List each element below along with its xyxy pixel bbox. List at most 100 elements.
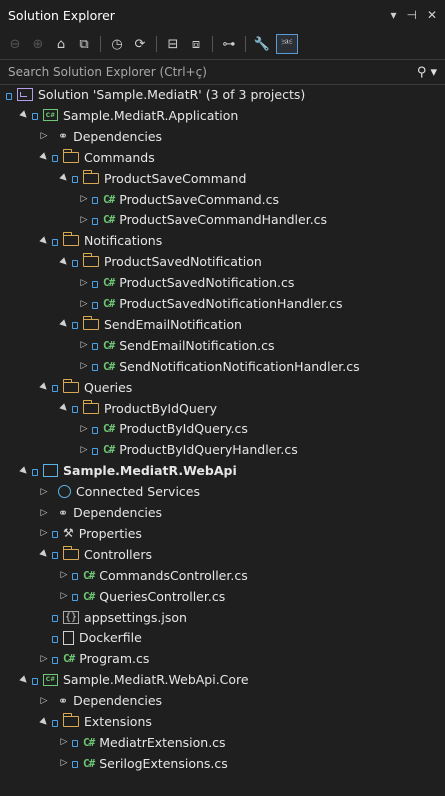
dropdown-arrow-icon[interactable]: ▾ xyxy=(390,8,396,22)
show-all-files-icon[interactable]: ⧈ xyxy=(187,35,205,53)
tree-item[interactable]: ▲ Notifications xyxy=(0,230,445,251)
tree-item-label: appsettings.json xyxy=(84,609,187,625)
tree-item[interactable]: ▲ Sample.MediatR.WebApi xyxy=(0,460,445,481)
folder-icon xyxy=(62,148,79,163)
collapse-arrow-icon[interactable]: ▲ xyxy=(56,170,72,186)
close-icon[interactable]: ✕ xyxy=(427,8,437,22)
source-control-lock-icon xyxy=(92,301,98,309)
expand-arrow-icon[interactable]: ▷ xyxy=(78,215,90,225)
source-control-lock-icon xyxy=(72,573,78,581)
filter-icon[interactable]: ⊶ xyxy=(220,35,238,53)
expand-arrow-icon[interactable]: ▷ xyxy=(58,758,70,768)
csharp-file-icon: C# xyxy=(103,422,115,436)
tree-item-label: SerilogExtensions.cs xyxy=(99,755,228,771)
properties-wrench-icon[interactable]: 🔧 xyxy=(253,35,271,53)
tree-item[interactable]: ▷ ⚭ Dependencies xyxy=(0,502,445,523)
expand-arrow-icon[interactable]: ▷ xyxy=(78,340,90,350)
tree-item[interactable]: ▷ C# ProductSaveCommandHandler.cs xyxy=(0,209,445,230)
collapse-all-icon[interactable]: ⊟ xyxy=(164,35,182,53)
expand-arrow-icon[interactable]: ▷ xyxy=(38,696,50,706)
tree-item[interactable]: ▷ C# QueriesController.cs xyxy=(0,586,445,607)
collapse-arrow-icon[interactable]: ▲ xyxy=(56,317,72,333)
expand-arrow-icon[interactable]: ▷ xyxy=(38,528,50,538)
collapse-arrow-icon[interactable]: ▲ xyxy=(36,714,52,730)
expand-arrow-icon[interactable]: ▷ xyxy=(38,508,50,518)
history-icon[interactable]: ◷ xyxy=(108,35,126,53)
tree-item[interactable]: Dockerfile xyxy=(0,627,445,648)
search-input[interactable] xyxy=(8,65,368,79)
tree-item[interactable]: ▷ ⚒ Properties xyxy=(0,523,445,544)
collapse-arrow-icon[interactable]: ▲ xyxy=(56,254,72,270)
collapse-arrow-icon[interactable]: ▲ xyxy=(36,149,52,165)
collapse-arrow-icon[interactable]: ▲ xyxy=(36,379,52,395)
expand-arrow-icon[interactable]: ▷ xyxy=(38,654,50,664)
collapse-arrow-icon[interactable]: ▲ xyxy=(16,108,32,124)
csharp-file-icon: C# xyxy=(83,568,95,582)
tree-item[interactable]: ▷ C# ProductByIdQueryHandler.cs xyxy=(0,439,445,460)
tree-item[interactable]: ▷ C# SendEmailNotification.cs xyxy=(0,335,445,356)
expand-arrow-icon[interactable]: ▷ xyxy=(78,445,90,455)
expand-arrow-icon[interactable]: ▷ xyxy=(78,424,90,434)
tree-item[interactable]: ▷ Connected Services xyxy=(0,481,445,502)
json-file-icon: {} xyxy=(63,610,80,624)
expand-arrow-icon[interactable]: ▷ xyxy=(78,299,90,309)
expand-arrow-icon[interactable]: ▷ xyxy=(38,487,50,497)
tree-item-label: ProductByIdQueryHandler.cs xyxy=(119,442,298,458)
tree-item[interactable]: ▷ ⚭ Dependencies xyxy=(0,690,445,711)
back-arrow-icon[interactable]: ⊖ xyxy=(6,35,24,53)
tree-item[interactable]: ▷ C# ProductByIdQuery.cs xyxy=(0,418,445,439)
csharp-file-icon: C# xyxy=(83,756,95,770)
tree-item[interactable]: ▷ C# ProductSaveCommand.cs xyxy=(0,189,445,210)
tree-item[interactable]: ▷ C# SendNotificationNotificationHandler.c… xyxy=(0,356,445,377)
tree-item[interactable]: ▷ C# Program.cs xyxy=(0,648,445,669)
tree-item[interactable]: ▷ C# ProductSavedNotificationHandler.cs xyxy=(0,293,445,314)
collapse-arrow-icon[interactable]: ▲ xyxy=(56,400,72,416)
csharp-project-icon: C# xyxy=(43,109,58,122)
source-control-lock-icon xyxy=(72,176,78,184)
pin-icon[interactable]: ⊣ xyxy=(406,8,416,22)
tree-item[interactable]: Solution 'Sample.MediatR' (3 of 3 projec… xyxy=(0,84,445,105)
tree-item[interactable]: ▲ C# Sample.MediatR.WebApi.Core xyxy=(0,669,445,690)
preview-icon[interactable]: ⎃ xyxy=(276,34,298,54)
tree-item[interactable]: ▷ C# MediatrExtension.cs xyxy=(0,732,445,753)
tree-item-label: ProductSaveCommand xyxy=(104,170,247,186)
tree-item[interactable]: ▲ C# Sample.MediatR.Application xyxy=(0,105,445,126)
tree-item[interactable]: ▷ C# CommandsController.cs xyxy=(0,565,445,586)
search-icon[interactable]: ⚲ ▾ xyxy=(417,65,437,80)
tree-item[interactable]: ▲ Controllers xyxy=(0,544,445,565)
expand-arrow-icon[interactable]: ▷ xyxy=(38,131,50,141)
source-control-lock-icon xyxy=(52,635,58,643)
collapse-arrow-icon[interactable]: ▲ xyxy=(16,672,32,688)
tree-item[interactable]: ▲ ProductByIdQuery xyxy=(0,398,445,419)
forward-arrow-icon[interactable]: ⊕ xyxy=(29,35,47,53)
tree-item[interactable]: ▲ ProductSavedNotification xyxy=(0,251,445,272)
expand-arrow-icon[interactable]: ▷ xyxy=(58,737,70,747)
collapse-arrow-icon[interactable]: ▲ xyxy=(36,547,52,563)
dependencies-icon: ⚭ xyxy=(58,129,69,144)
tree-item[interactable]: ▷ C# ProductSavedNotification.cs xyxy=(0,272,445,293)
tree-item[interactable]: ▷ C# SerilogExtensions.cs xyxy=(0,753,445,774)
tree-item[interactable]: {} appsettings.json xyxy=(0,607,445,628)
tree-item[interactable]: ▲ ProductSaveCommand xyxy=(0,168,445,189)
tree-item-label: Controllers xyxy=(84,546,152,562)
expand-arrow-icon[interactable]: ▷ xyxy=(78,194,90,204)
tree-item[interactable]: ▲ SendEmailNotification xyxy=(0,314,445,335)
collapse-arrow-icon[interactable]: ▲ xyxy=(16,463,32,479)
collapse-arrow-icon[interactable]: ▲ xyxy=(36,233,52,249)
sync-icon[interactable]: ⟳ xyxy=(131,35,149,53)
toolbar: ⊖ ⊕ ⌂ ⧉ ◷ ⟳ ⊟ ⧈ ⊶ 🔧 ⎃ xyxy=(0,30,445,58)
expand-arrow-icon[interactable]: ▷ xyxy=(58,591,70,601)
expand-arrow-icon[interactable]: ▷ xyxy=(78,361,90,371)
switch-views-icon[interactable]: ⧉ xyxy=(75,35,93,53)
tree-item-label: Commands xyxy=(84,149,155,165)
expand-arrow-icon[interactable]: ▷ xyxy=(58,570,70,580)
csharp-file-icon: C# xyxy=(103,213,115,227)
source-control-lock-icon xyxy=(72,322,78,330)
source-control-lock-icon xyxy=(52,615,58,622)
expand-arrow-icon[interactable]: ▷ xyxy=(78,278,90,288)
tree-item[interactable]: ▲ Commands xyxy=(0,147,445,168)
tree-item[interactable]: ▲ Queries xyxy=(0,377,445,398)
home-icon[interactable]: ⌂ xyxy=(52,35,70,53)
tree-item[interactable]: ▲ Extensions xyxy=(0,711,445,732)
tree-item[interactable]: ▷ ⚭ Dependencies xyxy=(0,126,445,147)
